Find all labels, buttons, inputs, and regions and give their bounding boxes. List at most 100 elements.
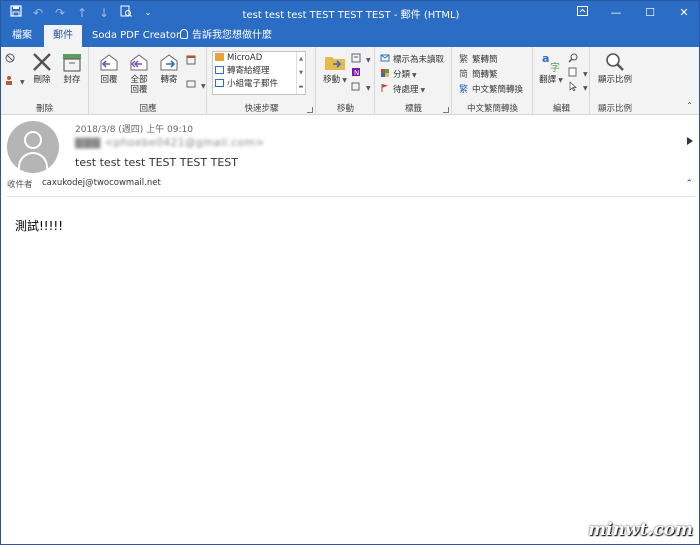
ribbon-group-quick-steps: MicroAD 轉寄給經理 小組電子郵件 ▲ ▼ ▬ 快速步驟 — [208, 47, 316, 115]
minimize-icon[interactable]: — — [599, 1, 633, 25]
ignore-button[interactable] — [5, 53, 18, 65]
to-recipient[interactable]: caxukodej@twocowmail.net — [42, 178, 161, 188]
archive-label: 封存 — [63, 75, 81, 85]
reply-all-line2: 回覆 — [130, 85, 148, 95]
ribbon-group-move: 移動 ▼ ▼ N ▼ 移動 — [317, 47, 375, 115]
convert-icon: 繁 — [459, 83, 468, 93]
translate-label: 翻譯 — [539, 75, 557, 85]
message-reading-pane: 2018/3/8 (週四) 上午 09:10 ▇▇▇ <phoebe0421@g… — [1, 116, 699, 544]
to-label: 收件者 — [7, 180, 33, 190]
move-folder-icon — [325, 57, 345, 70]
delete-group-label: 刪除 — [35, 104, 53, 114]
select-button[interactable]: ▼ — [568, 81, 588, 93]
rules-button[interactable]: ▼ — [351, 53, 371, 65]
ribbon-display-options-icon[interactable] — [565, 1, 599, 25]
move-button[interactable]: 移動 ▼ — [320, 51, 350, 86]
outlook-message-window: ↶ ↷ ↑ ↓ ⌄ test test test TEST TEST TEST … — [0, 0, 700, 545]
reply-button[interactable]: 回覆 — [94, 51, 124, 85]
zoom-group-label: 顯示比例 — [597, 104, 632, 114]
zoom-label: 顯示比例 — [597, 75, 632, 85]
message-body: 測試!!!!! — [15, 219, 64, 233]
move-group-label: 移動 — [336, 104, 354, 114]
categorize-icon — [381, 69, 389, 77]
ribbon-group-chinese-conversion: 繁繁轉簡 简簡轉繁 繁中文繁簡轉換 中文繁簡轉換 — [453, 47, 533, 115]
reply-all-icon — [130, 54, 148, 71]
forward-button[interactable]: 轉寄 — [154, 51, 184, 85]
maximize-icon[interactable]: ☐ — [633, 1, 667, 25]
ribbon: ▼ 刪除 封存 刪除 回覆 全部 回覆 轉寄 ▼ 回應 MicroAD 轉寄給經… — [1, 47, 699, 115]
message-date: 2018/3/8 (週四) 上午 09:10 — [75, 125, 193, 135]
editing-group-label: 編輯 — [552, 104, 570, 114]
tab-soda-pdf[interactable]: Soda PDF Creator — [85, 25, 187, 47]
ribbon-group-respond: 回覆 全部 回覆 轉寄 ▼ 回應 — [90, 47, 207, 115]
ribbon-group-tags: 標示為未讀取 分類 ▼ 待處理 ▼ 標籤 — [376, 47, 452, 115]
title-bar: ↶ ↷ ↑ ↓ ⌄ test test test TEST TEST TEST … — [1, 1, 699, 25]
actions-button[interactable]: ▼ — [351, 81, 371, 93]
cleanup-button[interactable]: ▼ — [5, 75, 25, 87]
people-icon — [6, 76, 12, 85]
delete-button[interactable]: 刪除 — [27, 51, 57, 85]
follow-up-button[interactable]: 待處理 ▼ — [380, 83, 425, 95]
quick-steps-scroll[interactable]: ▲ ▼ ▬ — [296, 52, 305, 94]
quick-step-item[interactable]: MicroAD — [213, 52, 305, 65]
meeting-icon — [186, 55, 196, 65]
find-icon — [568, 53, 578, 63]
expand-people-icon[interactable] — [687, 137, 693, 145]
archive-icon — [63, 54, 81, 72]
quick-step-icon — [215, 53, 224, 61]
close-icon[interactable]: ✕ — [667, 1, 699, 25]
sender-avatar[interactable] — [7, 121, 59, 173]
header-divider — [7, 196, 695, 197]
svg-text:字: 字 — [550, 61, 560, 73]
avatar-head — [24, 131, 42, 149]
tell-me-label: 告訴我您想做什麼 — [192, 30, 272, 41]
message-sender[interactable]: ▇▇▇ <phoebe0421@gmail.com> — [75, 137, 265, 149]
collapse-ribbon-icon[interactable]: ⌃ — [686, 101, 693, 110]
quick-step-icon — [215, 66, 224, 74]
simp-trad-icon: 简 — [459, 68, 468, 78]
more-respond-button[interactable]: ▼ — [186, 79, 206, 91]
svg-text:a: a — [542, 52, 549, 65]
actions-icon — [351, 82, 360, 91]
trad-simp-icon: 繁 — [459, 53, 468, 63]
translate-button[interactable]: a字 翻譯 ▼ — [536, 51, 566, 86]
simplified-to-traditional-button[interactable]: 简簡轉繁 — [459, 68, 498, 80]
quick-step-icon — [215, 79, 224, 87]
chinese-conversion-button[interactable]: 繁中文繁簡轉換 — [459, 83, 523, 95]
zoom-button[interactable]: 顯示比例 — [595, 51, 635, 85]
categorize-button[interactable]: 分類 ▼ — [380, 68, 417, 80]
forward-icon — [160, 54, 178, 71]
reply-label: 回覆 — [100, 75, 118, 85]
reply-all-button[interactable]: 全部 回覆 — [124, 51, 154, 95]
avatar-body — [18, 152, 48, 173]
meeting-button[interactable] — [186, 55, 199, 67]
more-respond-icon — [186, 80, 196, 88]
mark-unread-button[interactable]: 標示為未讀取 — [380, 53, 444, 65]
traditional-to-simplified-button[interactable]: 繁繁轉簡 — [459, 53, 498, 65]
tab-file[interactable]: 檔案 — [5, 25, 39, 47]
rules-icon — [351, 53, 361, 63]
onenote-button[interactable]: N — [351, 67, 364, 79]
related-button[interactable]: ▼ — [568, 67, 588, 79]
quick-steps-group-label: 快速步驟 — [244, 104, 279, 114]
svg-text:简: 简 — [459, 68, 468, 78]
envelope-icon — [380, 54, 390, 62]
quick-steps-gallery: MicroAD 轉寄給經理 小組電子郵件 ▲ ▼ ▬ — [212, 51, 306, 95]
ribbon-group-delete: ▼ 刪除 封存 刪除 — [1, 47, 89, 115]
related-icon — [568, 67, 577, 77]
reply-icon — [100, 54, 118, 71]
delete-label: 刪除 — [33, 75, 51, 85]
archive-button[interactable]: 封存 — [57, 51, 87, 85]
ignore-icon — [5, 53, 15, 63]
collapse-header-icon[interactable]: ⌃ — [685, 179, 693, 189]
quick-step-item[interactable]: 小組電子郵件 — [213, 78, 305, 91]
chinese-group-label: 中文繁簡轉換 — [466, 104, 518, 114]
tab-tell-me[interactable]: 告訴我您想做什麼 — [173, 25, 279, 47]
tab-message[interactable]: 郵件 — [44, 25, 82, 47]
find-button[interactable] — [568, 53, 581, 65]
tags-group-label: 標籤 — [404, 104, 422, 114]
zoom-magnifier-icon — [606, 53, 624, 71]
window-controls: — ☐ ✕ — [565, 1, 699, 25]
quick-step-item[interactable]: 轉寄給經理 — [213, 65, 305, 78]
move-label: 移動 — [323, 75, 341, 85]
